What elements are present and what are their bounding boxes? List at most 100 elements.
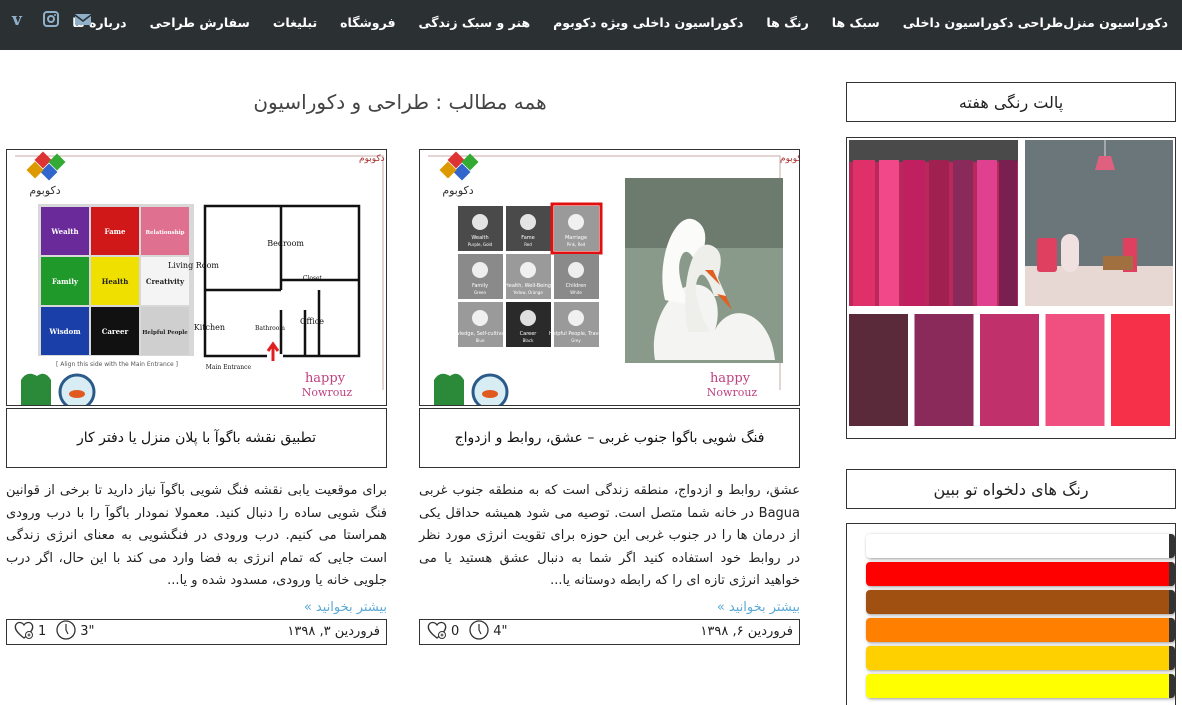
color-swatch[interactable]	[866, 590, 1175, 614]
nav-item-order-design[interactable]: سفارش طراحی	[150, 15, 250, 30]
bagua-cell-label: Knowledge, Self-cultivation	[446, 331, 514, 337]
color-swatch[interactable]	[866, 562, 1175, 586]
palette-swatch[interactable]	[1111, 314, 1170, 426]
bagua-color-cell: Fame	[91, 207, 139, 255]
color-swatch[interactable]	[866, 674, 1175, 698]
nav-item-interior-design[interactable]: طراحی دکوراسیون داخلی	[903, 15, 1064, 30]
color-swatch[interactable]	[866, 618, 1175, 642]
post-meta: فروردین ۳, ۱۳۹۸ 1 3"	[6, 618, 387, 645]
bagua-color-label: Wealth	[50, 227, 78, 236]
bagua-cell-label: Marriage	[565, 235, 587, 241]
post-thumbnail-graphic: فنگ شویی گام به گام نوروزی با دکوبوم دکو…	[7, 150, 386, 405]
color-swatch[interactable]	[866, 534, 1175, 558]
nav-item-art-lifestyle[interactable]: هنر و سبک زندگی	[419, 15, 531, 30]
post-date: فروردین ۳, ۱۳۹۸	[287, 624, 380, 639]
post-stats: 1 3"	[13, 619, 95, 645]
bagua-color-cell: Wealth	[41, 207, 89, 255]
palette-swatch[interactable]	[1045, 314, 1105, 426]
bagua-color-label: Family	[52, 277, 79, 286]
heart-icon[interactable]	[13, 619, 35, 645]
nav-menu: دکوراسیون منزل طراحی دکوراسیون داخلی سبک…	[49, 0, 1168, 44]
bagua-color-cell: Wisdom	[41, 307, 89, 355]
reading-time: 3"	[80, 624, 95, 639]
zippers-photo	[849, 140, 1018, 306]
bagua-color-label: Career	[102, 327, 129, 336]
bagua-color-label: Relationship	[145, 230, 184, 236]
colors-widget-title: رنگ های دلخواه تو ببین	[846, 469, 1176, 509]
color-swatch-list	[847, 524, 1175, 698]
post-title[interactable]: فنگ شویی باگوا جنوب غربی – عشق، روابط و …	[419, 408, 800, 468]
bagua-color-label: Helpful People	[142, 330, 188, 336]
bagua-color-grid: Wealth Fame Relationship Family Health Creati…	[41, 207, 189, 355]
bagua-cell-sub: Black	[523, 338, 535, 343]
nav-item-decoration-home[interactable]: دکوراسیون منزل	[1063, 15, 1168, 30]
post-card: فنگ شویی گام به گام نوروزی با دکوبوم دکو…	[6, 149, 387, 645]
post-thumbnail[interactable]: فنگ شویی گام به گام نوروزی با دکوبوم دکو…	[419, 149, 800, 406]
post-title[interactable]: تطبیق نقشه باگوآ با پلان منزل یا دفتر کا…	[6, 408, 387, 468]
nav-item-shop[interactable]: فروشگاه	[340, 15, 395, 30]
nav-item-decoboom-special[interactable]: دکوراسیون داخلی ویژه دکوبوم	[553, 15, 743, 30]
page-title: همه مطالب : طراحی و دکوراسیون	[253, 90, 547, 114]
interior-photo	[1025, 140, 1173, 306]
color-swatch[interactable]	[866, 646, 1175, 670]
bagua-color-label: Wisdom	[48, 327, 81, 336]
logo-text: دکوبوم	[29, 184, 60, 197]
mail-icon[interactable]	[74, 10, 92, 28]
happy-text: happy	[305, 371, 346, 386]
bagua-cell-label: Children	[566, 283, 587, 289]
bagua-cell-sub: White	[570, 290, 582, 295]
bagua-cell: Health, Well-BeingYellow, Orange	[505, 254, 551, 299]
bagua-cell-sub: Pink, Red	[567, 242, 586, 247]
room-bedroom: Bedroom	[267, 239, 304, 248]
nowrouz-text: Nowrouz	[302, 386, 353, 399]
bagua-cell-sub: Blue	[476, 338, 485, 343]
palette-swatch[interactable]	[914, 314, 974, 426]
bagua-color-cell: Family	[41, 257, 89, 305]
palette-swatches	[849, 314, 1170, 426]
palette-swatch[interactable]	[980, 314, 1039, 426]
top-navbar: دکوراسیون منزل طراحی دکوراسیون داخلی سبک…	[0, 0, 1182, 50]
social-links: v	[10, 10, 92, 30]
bagua-cell-sub: Grey	[571, 338, 581, 343]
bagua-cell-sub: Red	[524, 242, 532, 247]
room-bathroom: Bathroom	[255, 325, 285, 332]
favorite-colors	[846, 523, 1176, 705]
palette-widget-title: پالت رنگی هفته	[846, 82, 1176, 122]
bagua-cell: ChildrenWhite	[554, 254, 599, 299]
logo-text: دکوبوم	[442, 184, 473, 197]
instagram-icon[interactable]	[42, 10, 60, 28]
heart-icon[interactable]	[426, 619, 448, 645]
bagua-cell-label: Helpful People, Travel	[549, 331, 603, 337]
nav-item-styles[interactable]: سبک ها	[832, 15, 880, 30]
svg-text:v: v	[11, 10, 23, 28]
swans-photo	[625, 178, 783, 363]
room-living: Living Room	[168, 261, 219, 270]
read-more-link[interactable]: بیشتر بخوانید »	[6, 600, 387, 615]
post-meta: فروردین ۶, ۱۳۹۸ 0 4"	[419, 618, 800, 645]
reading-time: 4"	[493, 624, 508, 639]
room-office: Office	[300, 317, 324, 326]
post-excerpt: برای موقعیت یابی نقشه فنگ شویی باگوآ نیا…	[6, 483, 387, 588]
bagua-cell-sub: Green	[474, 290, 487, 295]
like-count: 1	[38, 624, 47, 639]
bagua-color-label: Fame	[105, 227, 127, 236]
nav-item-ads[interactable]: تبلیغات	[273, 15, 317, 30]
bagua-cell-sub: Yellow, Orange	[512, 290, 543, 295]
happy-text: happy	[710, 371, 751, 386]
post-excerpt: عشق، روابط و ازدواج، منطقه زندگی است که …	[419, 483, 800, 588]
bagua-cell-label: Health, Well-Being	[505, 283, 551, 289]
read-more-link[interactable]: بیشتر بخوانید »	[419, 600, 800, 615]
palette-swatch[interactable]	[849, 314, 908, 426]
bagua-cell-label: Family	[472, 283, 488, 289]
banner-text: فنگ شویی گام به گام نوروزی با دکوبوم	[780, 152, 799, 164]
bagua-cell: FamilyGreen	[458, 254, 503, 299]
like-count: 0	[451, 624, 460, 639]
weekly-palette[interactable]	[846, 137, 1176, 439]
post-date: فروردین ۶, ۱۳۹۸	[700, 624, 793, 639]
bagua-cell: FameRed	[506, 206, 551, 251]
post-thumbnail[interactable]: فنگ شویی گام به گام نوروزی با دکوبوم دکو…	[6, 149, 387, 406]
room-kitchen: Kitchen	[194, 323, 225, 332]
bagua-cell-label: Wealth	[471, 235, 488, 241]
nav-item-colors[interactable]: رنگ ها	[766, 15, 808, 30]
vimeo-icon[interactable]: v	[10, 10, 28, 30]
